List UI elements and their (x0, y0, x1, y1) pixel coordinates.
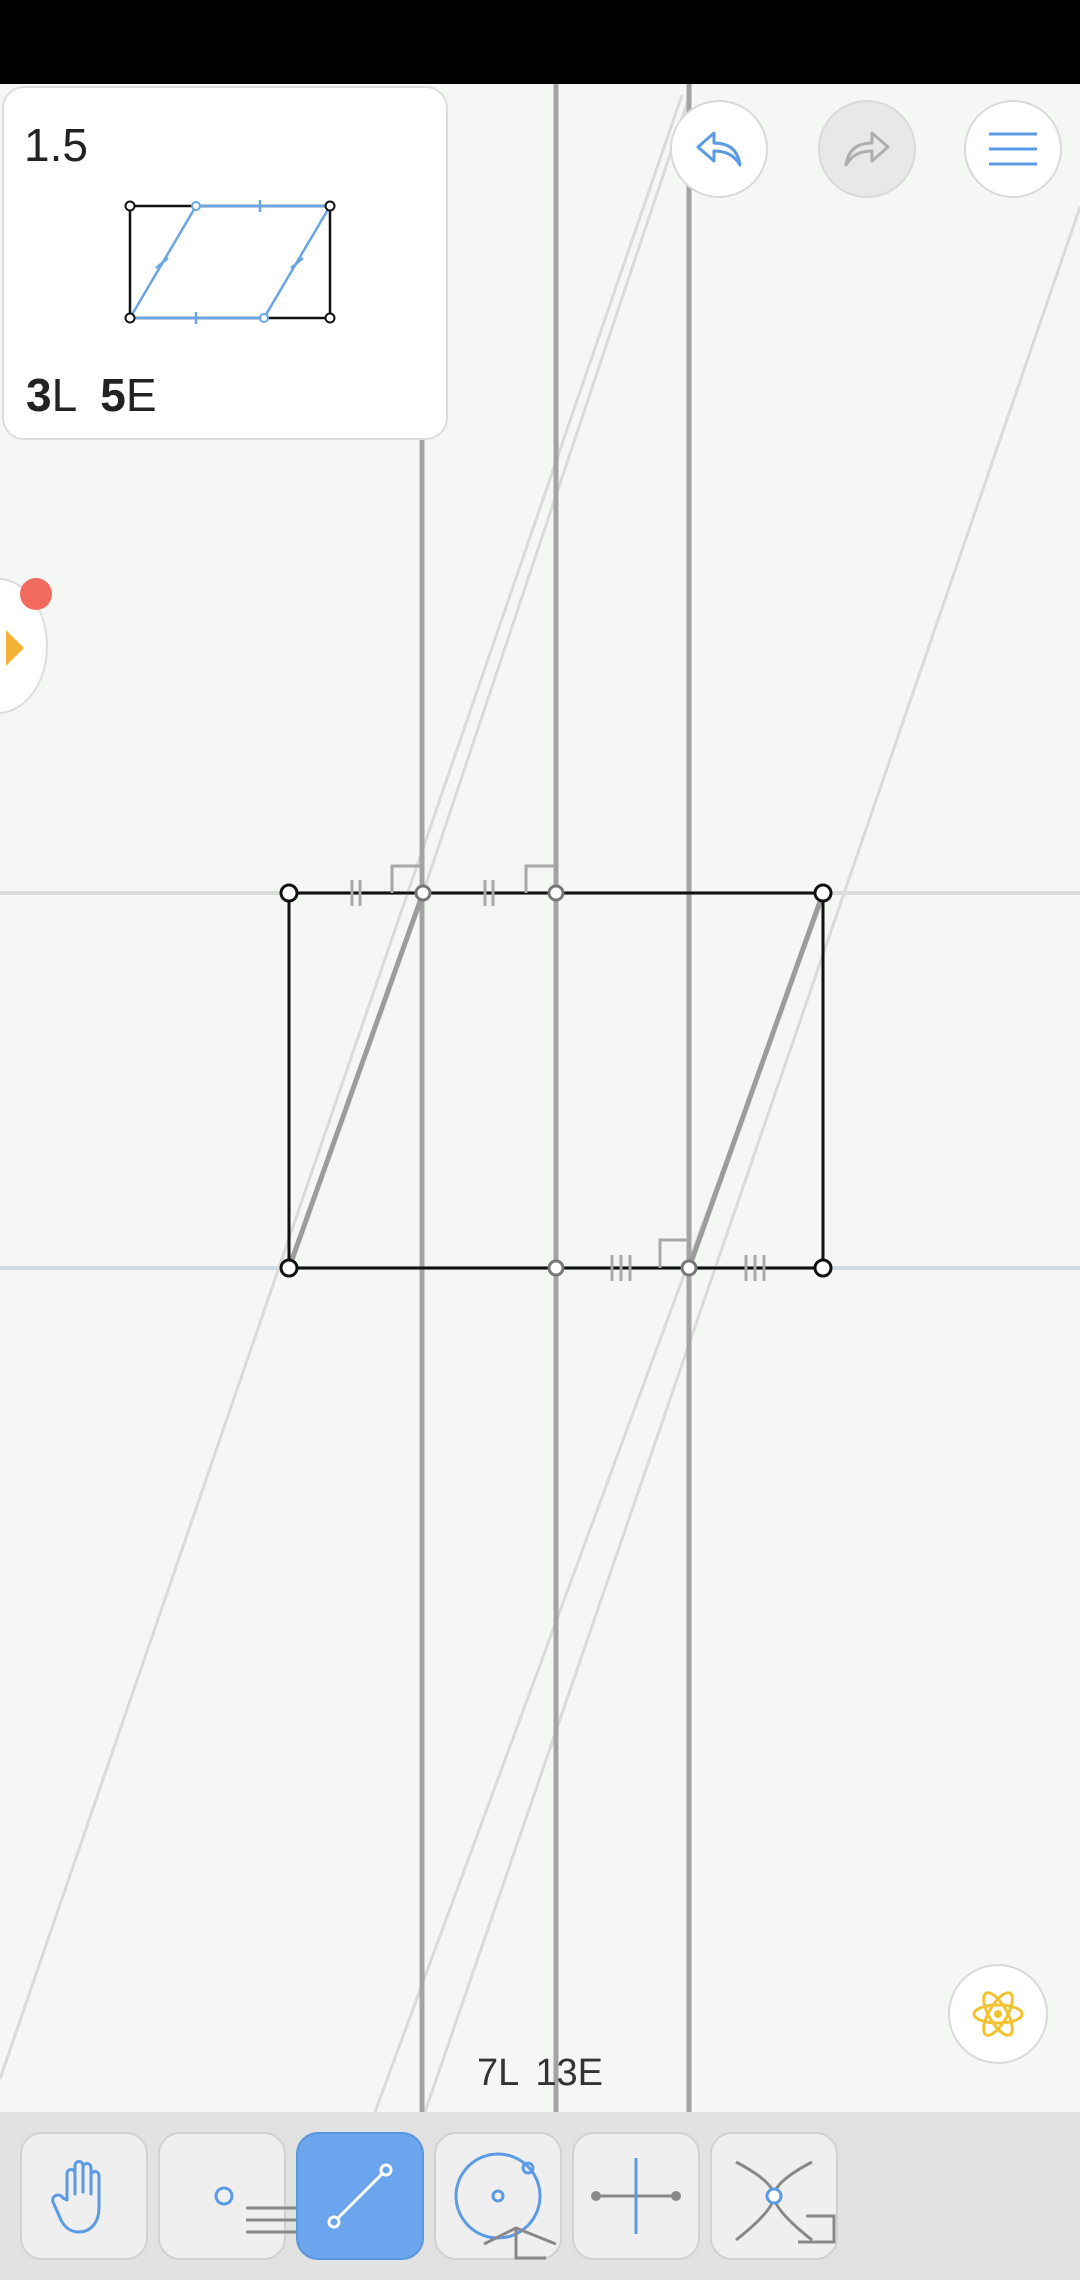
atom-icon (972, 1991, 1024, 2037)
hand-icon (51, 2160, 101, 2234)
level-preview-diagram (124, 200, 336, 324)
perpendicular-bisector-icon (591, 2158, 681, 2234)
point-top-1[interactable] (414, 884, 432, 902)
point-bottom-2[interactable] (680, 1259, 698, 1277)
level-number: 1.5 (24, 119, 88, 171)
lines-goal-value: 3 (26, 369, 52, 421)
menu-button[interactable] (964, 100, 1062, 198)
point-top-2[interactable] (547, 884, 565, 902)
point-bottom-1[interactable] (547, 1259, 565, 1277)
circle-icon (454, 2152, 557, 2260)
lines-goal-unit: L (51, 369, 76, 421)
undo-arrow-icon (696, 131, 742, 167)
redo-button[interactable] (818, 100, 916, 198)
slanted-line-2 (423, 206, 1080, 2112)
notification-dot (20, 578, 52, 610)
status-bar (0, 0, 1080, 84)
hamburger-menu-icon (989, 132, 1037, 166)
circle-tool[interactable] (434, 2132, 562, 2260)
point-rect-top-right[interactable] (813, 883, 833, 903)
level-card[interactable]: 1.5 3L 5E (2, 86, 448, 440)
line-tool[interactable] (296, 2132, 424, 2260)
point-icon (214, 2186, 296, 2234)
euclid-goal-value: 5 (100, 369, 126, 421)
line-segment-icon (327, 2163, 393, 2229)
chevron-right-icon (6, 630, 24, 666)
euclid-count: 13E (535, 2052, 603, 2094)
point-rect-top-left[interactable] (279, 883, 299, 903)
intersect-icon (735, 2160, 836, 2244)
move-counter: 7L 13E (0, 2052, 1080, 2095)
point-tool[interactable] (158, 2132, 296, 2260)
hint-button[interactable] (948, 1964, 1048, 2064)
perpendicular-bisector-tool[interactable] (572, 2132, 700, 2260)
lines-count: 7L (477, 2052, 520, 2094)
point-rect-bottom-left[interactable] (279, 1258, 299, 1278)
point-rect-bottom-right[interactable] (813, 1258, 833, 1278)
level-goals: 3L 5E (26, 368, 157, 422)
undo-button[interactable] (670, 100, 768, 198)
euclid-goal-unit: E (125, 369, 157, 421)
diagonal-right (686, 892, 826, 1269)
hand-tool[interactable] (20, 2132, 148, 2260)
diagonal-left (286, 892, 426, 1269)
redo-arrow-icon (844, 131, 890, 167)
intersect-tool[interactable] (710, 2132, 838, 2260)
tool-bar (0, 2112, 1080, 2280)
